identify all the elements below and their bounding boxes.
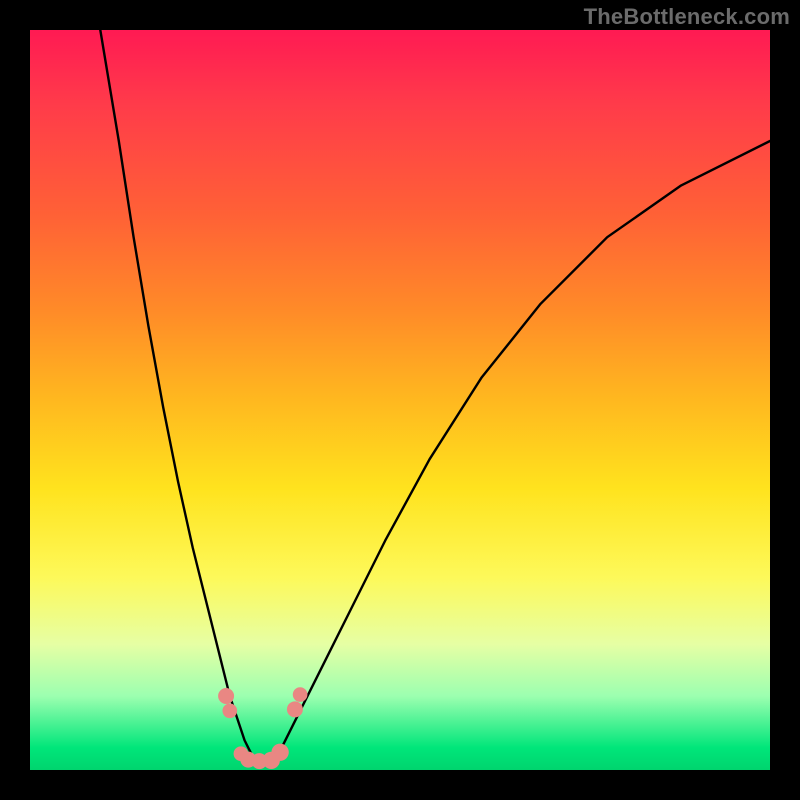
- series-right-branch: [274, 141, 770, 763]
- marker-dot: [271, 744, 288, 761]
- marker-dot: [222, 703, 237, 718]
- marker-dot: [293, 687, 308, 702]
- marker-dots: [218, 687, 307, 769]
- series-left-branch: [100, 30, 259, 763]
- curve-paths: [100, 30, 770, 764]
- plot-area: [30, 30, 770, 770]
- curve-layer: [30, 30, 770, 770]
- watermark-text: TheBottleneck.com: [584, 4, 790, 30]
- marker-dot: [218, 688, 234, 704]
- chart-frame: TheBottleneck.com: [0, 0, 800, 800]
- marker-dot: [287, 701, 303, 717]
